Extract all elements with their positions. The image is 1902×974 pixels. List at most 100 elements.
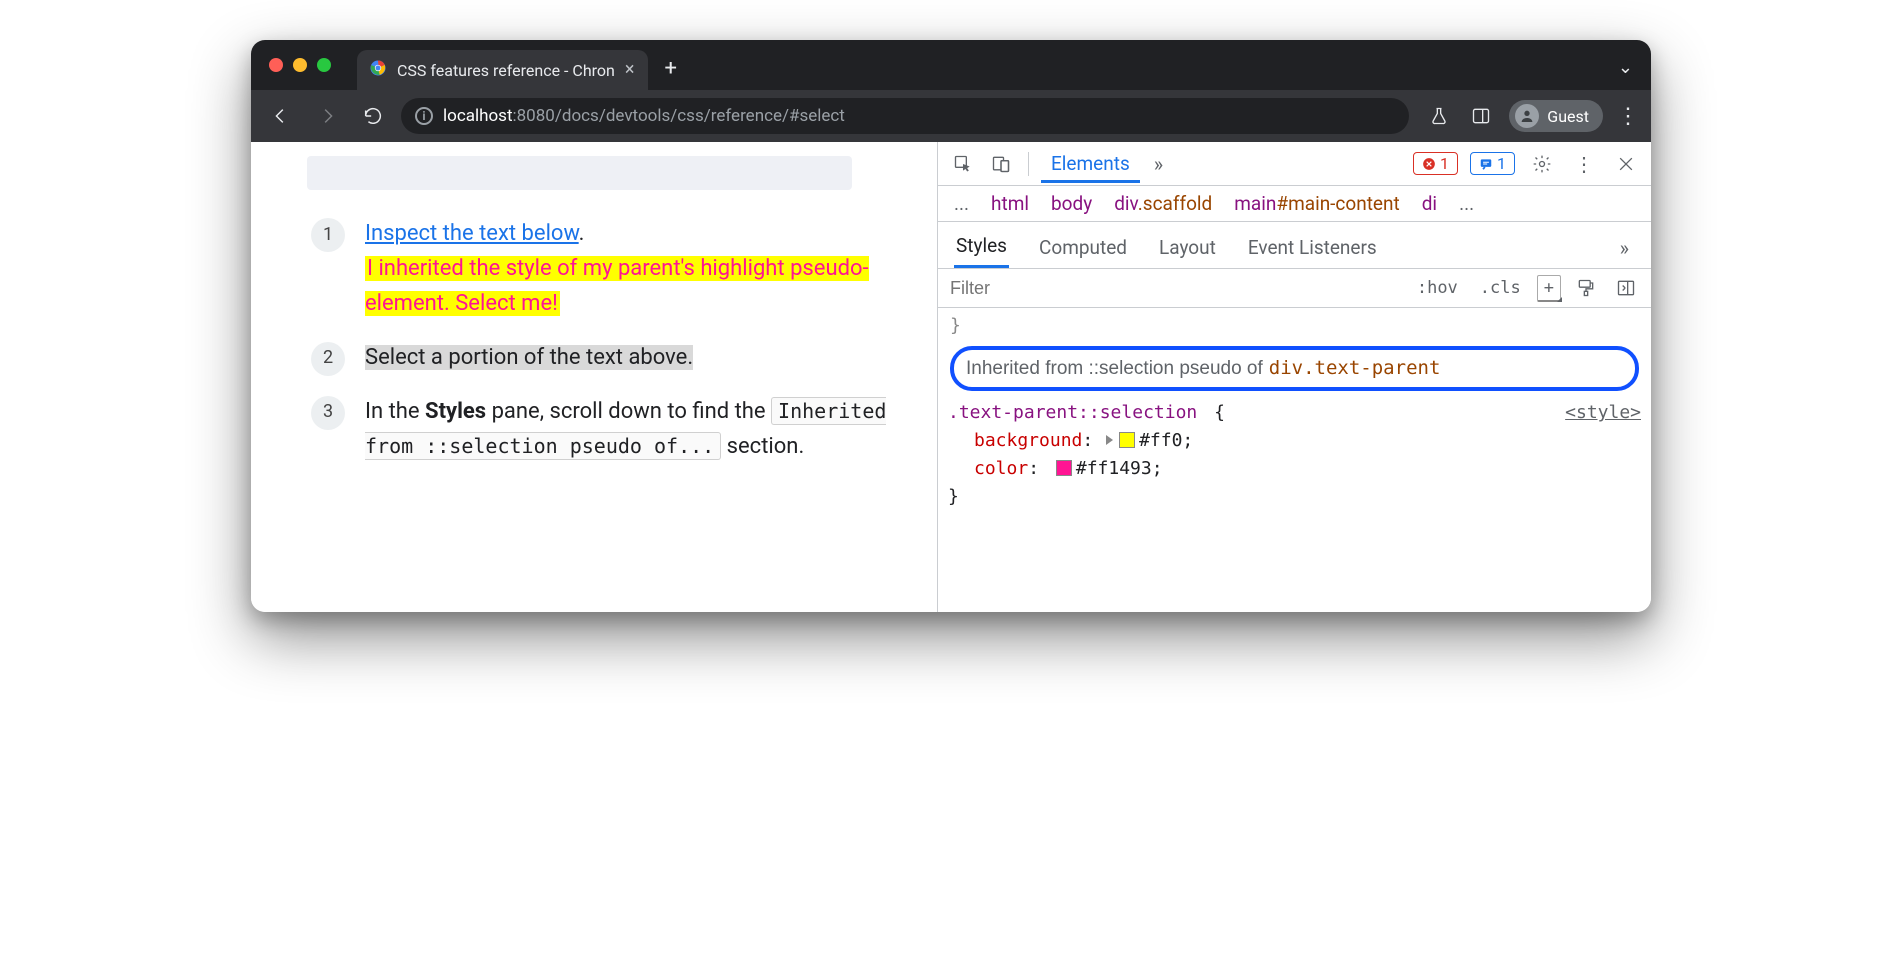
chrome-menu-icon[interactable]: ⋮ [1617,104,1639,129]
errors-count: 1 [1440,154,1449,173]
step-body: Select a portion of the text above. [365,340,897,376]
breadcrumb-html[interactable]: html [991,192,1029,215]
labs-icon[interactable] [1425,102,1453,130]
val-color: #ff1493 [1076,458,1152,479]
paint-icon[interactable] [1571,273,1601,303]
step3-c: pane, scroll down to find the [486,399,771,424]
messages-badge[interactable]: 1 [1470,152,1515,175]
new-rule-button[interactable]: + [1537,275,1561,302]
highlight-text[interactable]: I inherited the style of my parent's hig… [365,256,869,316]
messages-count: 1 [1497,154,1506,173]
new-tab-button[interactable]: + [664,56,676,81]
inherited-section-header[interactable]: Inherited from ::selection pseudo of div… [950,346,1639,391]
site-info-icon[interactable]: i [415,107,433,125]
errors-badge[interactable]: 1 [1413,152,1458,175]
settings-icon[interactable] [1527,149,1557,179]
computed-sidebar-icon[interactable] [1611,273,1641,303]
step-number: 1 [311,218,345,252]
tabs-overflow-icon[interactable]: ⌄ [1618,57,1633,78]
rule-source-link[interactable]: <style> [1565,399,1641,427]
prev-rule-close: } [950,312,1641,340]
window-close-button[interactable] [269,58,283,72]
styles-filter-input[interactable] [948,274,1401,303]
breadcrumb-scaffold[interactable]: div.scaffold [1114,192,1212,215]
expand-icon[interactable] [1106,435,1113,445]
hov-toggle[interactable]: :hov [1411,276,1464,300]
tab-elements[interactable]: Elements [1041,144,1140,183]
subtab-styles[interactable]: Styles [954,228,1009,268]
step3-a: In the [365,399,425,424]
sidepanel-icon[interactable] [1467,102,1495,130]
device-toolbar-icon[interactable] [986,149,1016,179]
dom-breadcrumbs: ... html body div.scaffold main#main-con… [938,186,1651,222]
tabs-more-icon[interactable]: » [1148,152,1169,176]
styles-toolbar: :hov .cls + [938,269,1651,308]
breadcrumb-main[interactable]: main#main-content [1234,192,1399,215]
breadcrumb-ellipsis-end[interactable]: ... [1459,192,1474,215]
avatar-icon [1515,104,1539,128]
step3-bold: Styles [425,399,486,424]
address-bar[interactable]: i localhost:8080/docs/devtools/css/refer… [401,98,1409,134]
step-1: 1 Inspect the text below. I inherited th… [311,216,897,322]
breadcrumb-ellipsis[interactable]: ... [954,192,969,215]
profile-badge[interactable]: Guest [1509,100,1603,132]
content-area: 1 Inspect the text below. I inherited th… [251,142,1651,612]
color-swatch-pink[interactable] [1056,460,1072,476]
styles-body: } Inherited from ::selection pseudo of d… [938,308,1651,521]
browser-window: CSS features reference - Chron × + ⌄ i l… [251,40,1651,612]
step-number: 2 [311,342,345,376]
devtools-close-icon[interactable] [1611,149,1641,179]
tab-title: CSS features reference - Chron [397,61,615,80]
rule-close-brace: } [948,483,1641,511]
step-body: In the Styles pane, scroll down to find … [365,394,897,464]
rule-header: .text-parent::selection { <style> [948,399,1641,427]
browser-tab[interactable]: CSS features reference - Chron × [357,50,648,90]
url-path: :8080/docs/devtools/css/reference/#selec… [513,106,845,126]
prop-color[interactable]: color: #ff1493; [948,455,1641,483]
devtools-menu-icon[interactable]: ⋮ [1569,149,1599,179]
toolbar-right: Guest ⋮ [1425,100,1639,132]
steps-list: 1 Inspect the text below. I inherited th… [311,216,897,464]
inherited-selector: div.text-parent [1269,354,1441,383]
step1-dot: . [579,221,585,246]
forward-button[interactable] [309,98,345,134]
step-body: Inspect the text below. I inherited the … [365,216,897,322]
devtools-topbar: Elements » 1 1 ⋮ [938,142,1651,186]
titlebar: CSS features reference - Chron × + ⌄ [251,40,1651,90]
subtab-event-listeners[interactable]: Event Listeners [1246,230,1379,267]
inherited-prefix: Inherited from ::selection pseudo of [966,354,1263,383]
traffic-lights [269,58,331,72]
tab-close-icon[interactable]: × [625,61,635,79]
reload-button[interactable] [355,98,391,134]
subtab-computed[interactable]: Computed [1037,230,1129,267]
toolbar: i localhost:8080/docs/devtools/css/refer… [251,90,1651,142]
back-button[interactable] [263,98,299,134]
prop-background[interactable]: background: #ff0; [948,427,1641,455]
step3-d: section. [721,434,804,459]
devtools-panel: Elements » 1 1 ⋮ [937,142,1651,612]
step-number: 3 [311,396,345,430]
breadcrumb-body[interactable]: body [1051,192,1092,215]
inspect-element-icon[interactable] [948,149,978,179]
subtabs-more-icon[interactable]: » [1614,236,1635,260]
page-viewport: 1 Inspect the text below. I inherited th… [251,142,937,612]
step2-text: Select a portion of the text above. [365,345,693,370]
step-2: 2 Select a portion of the text above. [311,340,897,376]
window-minimize-button[interactable] [293,58,307,72]
page-banner [307,156,852,190]
styles-subtabs: Styles Computed Layout Event Listeners » [938,222,1651,269]
val-background: #ff0 [1139,430,1182,451]
step-3: 3 In the Styles pane, scroll down to fin… [311,394,897,464]
url-host: localhost [443,106,513,126]
profile-label: Guest [1547,107,1589,126]
breadcrumb-truncated[interactable]: di [1422,192,1437,215]
cls-toggle[interactable]: .cls [1474,276,1527,300]
inspect-link[interactable]: Inspect the text below [365,221,579,246]
rule-selector[interactable]: .text-parent::selection { [948,399,1225,427]
chrome-icon [369,59,387,81]
window-maximize-button[interactable] [317,58,331,72]
color-swatch-yellow[interactable] [1119,432,1135,448]
url-text: localhost:8080/docs/devtools/css/referen… [443,106,845,126]
separator [1028,152,1029,176]
subtab-layout[interactable]: Layout [1157,230,1218,267]
